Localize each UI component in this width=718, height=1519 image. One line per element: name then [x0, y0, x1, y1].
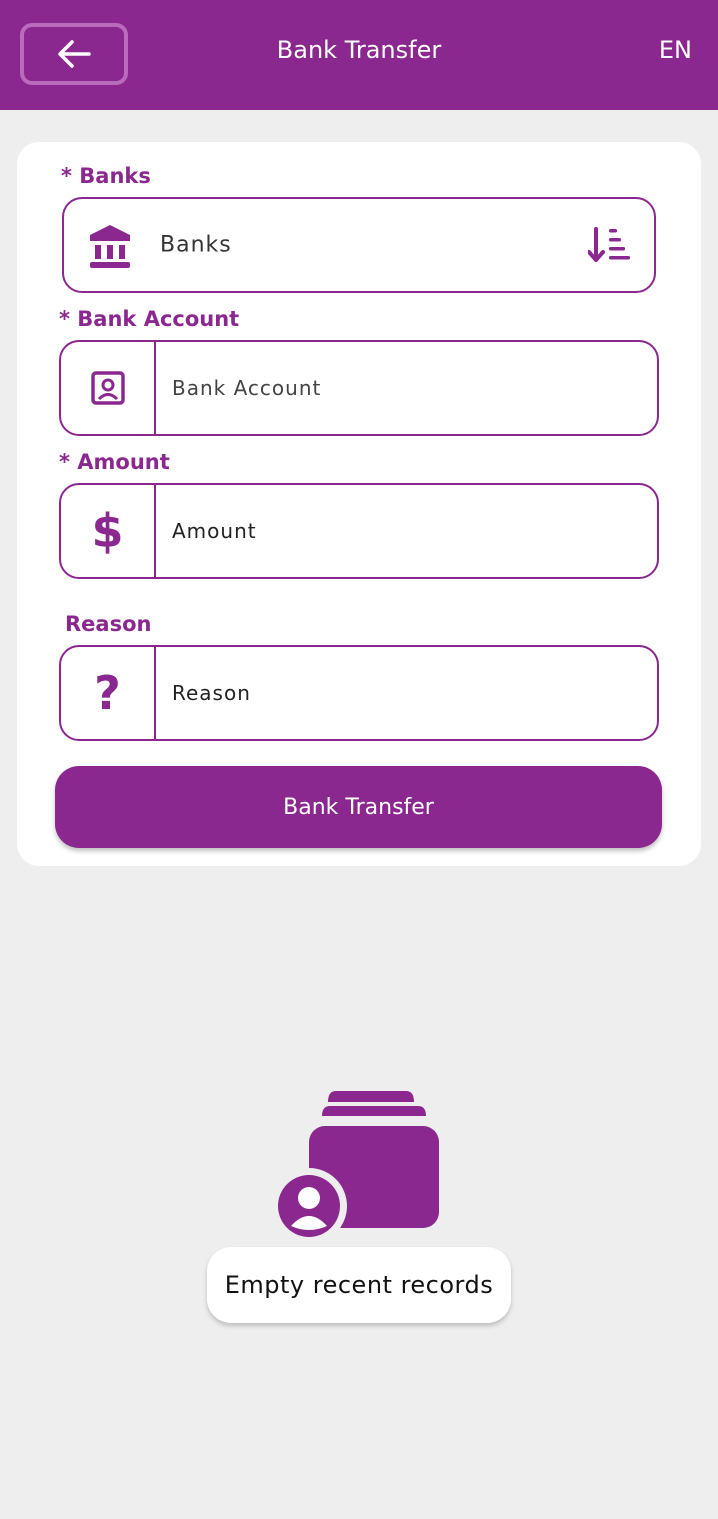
top-bar: Bank Transfer EN: [0, 0, 718, 110]
amount-icon-cell: $: [61, 485, 156, 577]
banks-select[interactable]: Banks: [62, 197, 656, 293]
reason-field[interactable]: ? Reason: [59, 645, 659, 741]
amount-input[interactable]: Amount: [172, 519, 257, 543]
amount-field[interactable]: $ Amount: [59, 483, 659, 579]
bank-transfer-button[interactable]: Bank Transfer: [55, 766, 662, 848]
question-mark-icon: ?: [94, 666, 121, 720]
account-box-icon: [90, 371, 125, 405]
transfer-form-card: * Banks Banks * Bank Account Bank Accoun…: [17, 142, 701, 866]
banks-label: * Banks: [61, 164, 151, 188]
banks-select-value: Banks: [160, 232, 232, 258]
dollar-icon: $: [91, 504, 124, 558]
bank-account-label: * Bank Account: [59, 307, 240, 331]
sort-descending-icon: [588, 227, 630, 262]
empty-state-message: Empty recent records: [207, 1247, 511, 1323]
amount-label: * Amount: [59, 450, 170, 474]
reason-icon-cell: ?: [61, 647, 156, 739]
page-title: Bank Transfer: [276, 36, 442, 64]
reason-input[interactable]: Reason: [172, 681, 251, 705]
reason-label: Reason: [65, 612, 152, 636]
empty-records-icon: [276, 1091, 439, 1242]
language-selector[interactable]: EN: [659, 36, 692, 64]
bank-account-field[interactable]: Bank Account: [59, 340, 659, 436]
bank-account-input[interactable]: Bank Account: [172, 376, 321, 400]
bank-icon: [90, 225, 130, 268]
bank-account-icon-cell: [61, 342, 156, 434]
